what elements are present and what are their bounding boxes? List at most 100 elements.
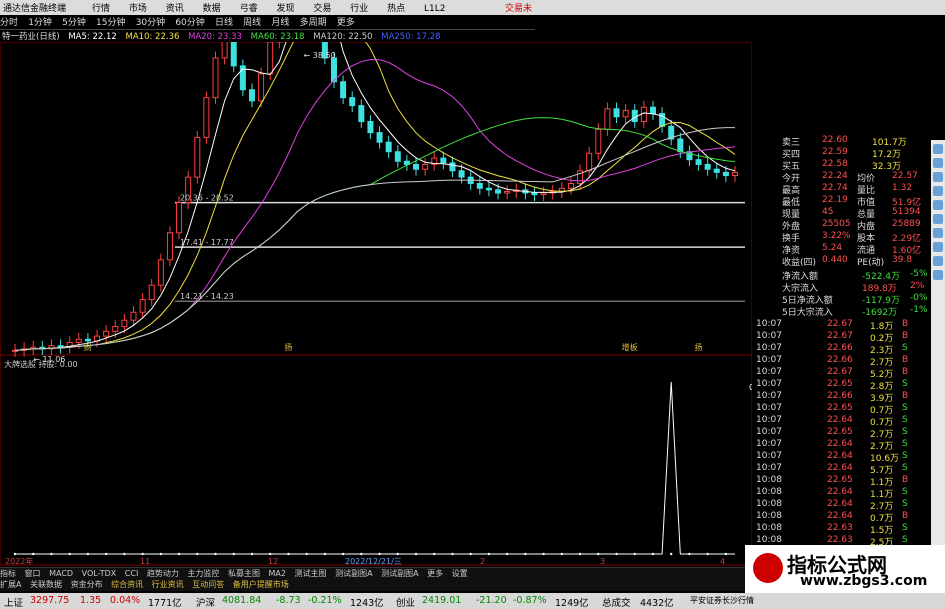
tick-price: 22.64: [827, 463, 853, 473]
quote-value: 39.8: [892, 255, 913, 265]
tab-info[interactable]: 综合资讯: [111, 580, 143, 589]
tab-period[interactable]: 60分钟: [175, 18, 204, 28]
toolbar-icon[interactable]: [933, 242, 943, 252]
ma-line: [14, 117, 736, 351]
ma-legend: 特一药业(日线) MA5: 22.12 MA10: 22.36 MA20: 23…: [2, 30, 442, 42]
indicator-dot: [615, 552, 618, 556]
tick-time: 10:07: [756, 403, 782, 413]
tab-indicator[interactable]: 主力监控: [187, 569, 219, 578]
tab-period[interactable]: 多周期: [300, 18, 327, 28]
candle-body: [476, 183, 483, 189]
tab-info[interactable]: 扩展A: [0, 580, 21, 589]
candle-body: [203, 97, 210, 138]
toolbar-icon[interactable]: [933, 270, 943, 280]
tick-row: 10:07 22.66 2.7万 B: [752, 355, 930, 368]
x-axis-label: 2: [480, 557, 485, 566]
candle-body: [376, 132, 383, 143]
tick-row: 10:07 22.65 2.8万 S: [752, 379, 930, 392]
tick-time: 10:07: [756, 451, 782, 461]
candle-body: [230, 42, 237, 67]
index-label[interactable]: 沪深: [196, 595, 215, 609]
menu-item[interactable]: 资讯: [166, 4, 184, 14]
tick-time: 10:07: [756, 427, 782, 437]
toolbar-icon[interactable]: [933, 172, 943, 182]
tab-indicator[interactable]: 更多: [427, 569, 443, 578]
tab-period[interactable]: 更多: [337, 18, 355, 28]
tab-info[interactable]: 资金分布: [71, 580, 103, 589]
trade-button[interactable]: 交易未: [505, 1, 532, 14]
tab-indicator[interactable]: MACD: [49, 569, 73, 578]
tab-period[interactable]: 日线: [215, 18, 233, 28]
menu-item[interactable]: L1L2: [424, 4, 445, 14]
app-title: 通达信金融终端: [3, 4, 67, 14]
tab-info[interactable]: 备用户提醒市场: [233, 580, 289, 589]
event-marker: 增板: [622, 342, 638, 352]
tab-indicator[interactable]: 测试副图A: [335, 569, 372, 578]
tab-indicator[interactable]: 窗口: [25, 569, 41, 578]
kline-chart[interactable]: 28.0026.0024.0022.0020.0018.0016.0014.00…: [0, 42, 752, 567]
tab-info[interactable]: 关联数据: [30, 580, 62, 589]
indicator-dot: [196, 552, 199, 556]
menu-item[interactable]: 发现: [276, 4, 294, 14]
tick-row: 10:07 22.67 5.2万 B: [752, 367, 930, 380]
tab-indicator[interactable]: MA2: [269, 569, 286, 578]
toolbar-icon[interactable]: [933, 144, 943, 154]
tick-time: 10:07: [756, 391, 782, 401]
toolbar-icon[interactable]: [933, 256, 943, 266]
menu-item[interactable]: 弓睿: [240, 4, 258, 14]
tab-period[interactable]: 1分钟: [28, 18, 52, 28]
menu-item[interactable]: 数据: [203, 4, 221, 14]
quote-row: 买五 22.58 32.3万: [752, 159, 930, 172]
tab-indicator[interactable]: 指标: [0, 569, 16, 578]
tab-period[interactable]: 5分钟: [62, 18, 86, 28]
menu-item[interactable]: 市场: [129, 4, 147, 14]
ma-line: [14, 127, 736, 351]
index-label[interactable]: 上证: [4, 595, 23, 609]
tick-price: 22.65: [827, 403, 853, 413]
quote-panel: 卖三 22.60 101.7万 买四 22.59 17.2万 买五 22.58 32.3万 今开 2…: [752, 135, 930, 560]
tick-time: 10:08: [756, 535, 782, 545]
tab-indicator[interactable]: VOL-TDX: [82, 569, 117, 578]
tab-info[interactable]: 互动问答: [192, 580, 224, 589]
menu-item[interactable]: 行情: [92, 4, 110, 14]
tab-indicator[interactable]: 设置: [452, 569, 468, 578]
candle-body: [212, 57, 219, 99]
menu-item[interactable]: 热点: [387, 4, 405, 14]
candle-body: [176, 202, 183, 234]
candle-body: [631, 109, 638, 123]
tab-indicator[interactable]: CCI: [125, 569, 139, 578]
tab-indicator[interactable]: 测试主图: [295, 569, 327, 578]
quote-value: 25889: [892, 219, 921, 229]
indicator-dot: [651, 552, 655, 556]
tick-side: B: [902, 331, 909, 341]
tick-price: 22.66: [827, 355, 853, 365]
tab-period[interactable]: 月线: [271, 18, 289, 28]
tick-time: 10:08: [756, 487, 782, 497]
quote-row: 外盘 25505 内盘 25889: [752, 219, 930, 232]
menu-item[interactable]: 交易: [313, 4, 331, 14]
toolbar-icon[interactable]: [933, 228, 943, 238]
quote-key: PE(动): [857, 258, 885, 268]
toolbar-icon[interactable]: [933, 158, 943, 168]
tab-period[interactable]: 分时: [0, 18, 18, 28]
toolbar-icon[interactable]: [933, 214, 943, 224]
tab-period[interactable]: 15分钟: [96, 18, 125, 28]
toolbar-icon[interactable]: [933, 200, 943, 210]
tab-period[interactable]: 30分钟: [136, 18, 165, 28]
candle-body: [604, 108, 611, 130]
tab-indicator[interactable]: 测试副图A: [381, 569, 418, 578]
tick-side: S: [902, 379, 908, 389]
tick-row: 10:08 22.64 0.7万 B: [752, 511, 930, 524]
index-label[interactable]: 创业: [396, 595, 415, 609]
tick-row: 10:08 22.63 1.5万 S: [752, 523, 930, 536]
tick-price: 22.63: [827, 523, 853, 533]
tick-time: 10:07: [756, 343, 782, 353]
tab-info[interactable]: 行业资讯: [152, 580, 184, 589]
indicator-dot: [68, 552, 71, 556]
tab-indicator[interactable]: 私募主图: [228, 569, 260, 578]
toolbar-icon[interactable]: [933, 186, 943, 196]
menu-item[interactable]: 行业: [350, 4, 368, 14]
candle-body: [504, 190, 511, 194]
tab-indicator[interactable]: 趋势动力: [147, 569, 179, 578]
tab-period[interactable]: 周线: [243, 18, 261, 28]
